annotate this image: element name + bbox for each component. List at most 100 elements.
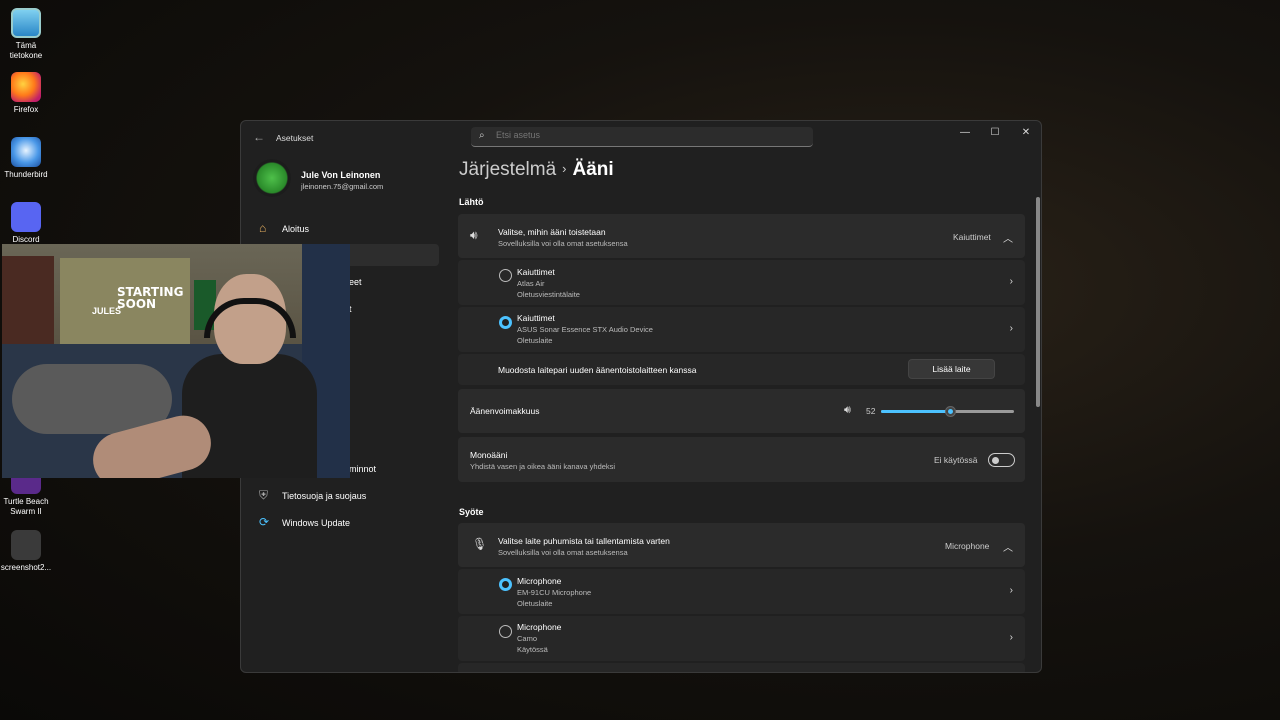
output-device-header[interactable]: 🔊︎ Valitse, mihin ääni toistetaan Sovell…: [458, 214, 1025, 258]
device-status: Oletuslaite: [517, 599, 553, 608]
breadcrumb-separator: ›: [562, 161, 567, 176]
input-header-title: Valitse laite puhumista tai tallentamist…: [498, 536, 670, 546]
minimize-button[interactable]: —: [955, 127, 975, 138]
speaker-icon: 🔊︎: [470, 228, 478, 242]
desktop-icon-label: Firefox: [13, 105, 39, 114]
shield-icon: ⛨: [259, 488, 269, 502]
page-title: Ääni: [572, 159, 614, 180]
close-button[interactable]: ✕: [1016, 127, 1036, 138]
device-status: Oletuslaite: [517, 336, 553, 345]
scrollbar[interactable]: [1036, 191, 1040, 671]
user-name: Jule Von Leinonen: [301, 170, 381, 180]
desktop-icon-thunderbird[interactable]: Thunderbird: [0, 137, 52, 180]
desktop-icon-this-pc[interactable]: Tämä tietokone: [0, 8, 52, 61]
output-header-title: Valitse, mihin ääni toistetaan: [498, 227, 606, 237]
chevron-up-icon: ︿: [1003, 543, 1013, 554]
device-model: Camo: [517, 634, 538, 643]
avatar[interactable]: [253, 159, 291, 197]
output-current-device: Kaiuttimet: [953, 232, 991, 242]
device-model: Atlas Air: [517, 279, 545, 288]
microphone-icon: 🎙︎: [472, 537, 488, 551]
output-header-sub: Sovelluksilla voi olla omat asetuksensa: [498, 239, 628, 248]
update-icon: ⟳: [259, 515, 270, 529]
sidebar-item-privacy[interactable]: ⛨ Tietosuoja ja suojaus: [247, 485, 439, 507]
breadcrumb-parent[interactable]: Järjestelmä: [459, 159, 556, 180]
input-current-device: Microphone: [945, 541, 990, 551]
pair-device-label: Muodosta laitepari uuden äänentoistolait…: [498, 365, 697, 375]
output-device-row[interactable]: Kaiuttimet ASUS Sonar Essence STX Audio …: [458, 307, 1025, 352]
chevron-right-icon: ›: [1009, 323, 1013, 334]
input-device-header[interactable]: 🎙︎ Valitse laite puhumista tai tallentam…: [458, 523, 1025, 567]
poster-text: STARTING SOON: [117, 285, 184, 311]
sidebar-item-label: Windows Update: [282, 518, 351, 528]
volume-value: 52: [866, 406, 876, 416]
chevron-right-icon: ›: [1009, 276, 1013, 287]
sidebar-item-home[interactable]: ⌂ Aloitus: [247, 218, 439, 240]
device-name: Microphone: [517, 576, 562, 586]
device-model: ASUS Sonar Essence STX Audio Device: [517, 325, 653, 334]
volume-slider-fill: [881, 410, 951, 413]
radio-button[interactable]: [499, 269, 512, 282]
search-box[interactable]: ⌕: [471, 127, 813, 147]
section-title-input: Syöte: [459, 507, 484, 517]
device-name: Kaiuttimet: [517, 313, 555, 323]
input-header-sub: Sovelluksilla voi olla omat asetuksensa: [498, 548, 628, 557]
search-input[interactable]: [496, 130, 796, 140]
chevron-right-icon: ›: [1009, 585, 1013, 596]
poster: [2, 256, 54, 356]
sidebar-item-label: eet: [349, 277, 362, 287]
device-name: Kaiuttimet: [517, 267, 555, 277]
radio-button[interactable]: [499, 625, 512, 638]
webcam-overlay: STARTING SOON JULES: [2, 244, 350, 478]
device-name: Microphone: [517, 622, 562, 632]
device-status: Oletusviestintälaite: [517, 290, 580, 299]
volume-slider[interactable]: [881, 406, 1014, 417]
poster-tag: JULES: [92, 306, 122, 316]
chevron-right-icon: ›: [1009, 632, 1013, 643]
add-device-button[interactable]: Lisää laite: [908, 359, 995, 379]
volume-slider-thumb[interactable]: [945, 406, 957, 417]
discord-icon: [11, 202, 41, 232]
screenshot-file-icon: [11, 530, 41, 560]
sidebar-item-label: Tietosuoja ja suojaus: [282, 491, 367, 501]
maximize-button[interactable]: ☐: [985, 127, 1005, 138]
toggle-knob: [992, 457, 999, 464]
user-email: jleinonen.75@gmail.com: [301, 182, 384, 191]
app-title: Asetukset: [276, 133, 314, 143]
home-icon: ⌂: [259, 221, 267, 235]
computer-icon: [11, 8, 41, 38]
mono-audio-title: Monoääni: [470, 450, 508, 460]
firefox-icon: [11, 72, 41, 102]
input-partial-row: [458, 663, 1025, 672]
mono-audio-state: Ei käytössä: [934, 455, 978, 465]
mono-audio-row: Monoääni Yhdistä vasen ja oikea ääni kan…: [458, 437, 1025, 482]
mono-audio-sub: Yhdistä vasen ja oikea ääni kanava yhdek…: [470, 462, 616, 471]
back-arrow-icon[interactable]: ←: [253, 130, 265, 144]
volume-row: Äänenvoimakkuus 🔊︎ 52: [458, 389, 1025, 433]
desktop-icon-label: Turtle Beach Swarm II: [3, 497, 49, 516]
scrollbar-thumb[interactable]: [1036, 197, 1040, 407]
title-bar: ← Asetukset ⌕ — ☐ ✕: [241, 121, 1041, 153]
chevron-up-icon: ︿: [1003, 234, 1013, 245]
breadcrumb: Järjestelmä › Ääni: [459, 159, 614, 181]
desktop-icon-label: Thunderbird: [4, 170, 48, 179]
sidebar-item-label: Aloitus: [282, 224, 310, 234]
volume-label: Äänenvoimakkuus: [470, 406, 540, 416]
speaker-icon[interactable]: 🔊︎: [844, 404, 851, 417]
output-device-row[interactable]: Kaiuttimet Atlas Air Oletusviestintälait…: [458, 260, 1025, 305]
device-status: Käytössä: [517, 645, 548, 654]
device-model: EM-91CU Microphone: [517, 588, 592, 597]
input-device-row[interactable]: Microphone Camo Käytössä ›: [458, 616, 1025, 661]
radio-button-selected[interactable]: [499, 578, 512, 591]
desktop-icon-discord[interactable]: Discord: [0, 202, 52, 245]
input-device-row[interactable]: Microphone EM-91CU Microphone Oletuslait…: [458, 569, 1025, 614]
desktop-icon-firefox[interactable]: Firefox: [0, 72, 52, 115]
desktop-icon-label: Tämä tietokone: [9, 41, 43, 60]
radio-button-selected[interactable]: [499, 316, 512, 329]
sidebar-item-label: minnot: [349, 464, 377, 474]
desktop-icon-screenshot[interactable]: screenshot2...: [0, 530, 52, 573]
thunderbird-icon: [11, 137, 41, 167]
sidebar-item-windows-update[interactable]: ⟳ Windows Update: [247, 512, 439, 534]
section-title-output: Lähtö: [459, 197, 484, 207]
mono-audio-toggle[interactable]: [988, 453, 1015, 467]
